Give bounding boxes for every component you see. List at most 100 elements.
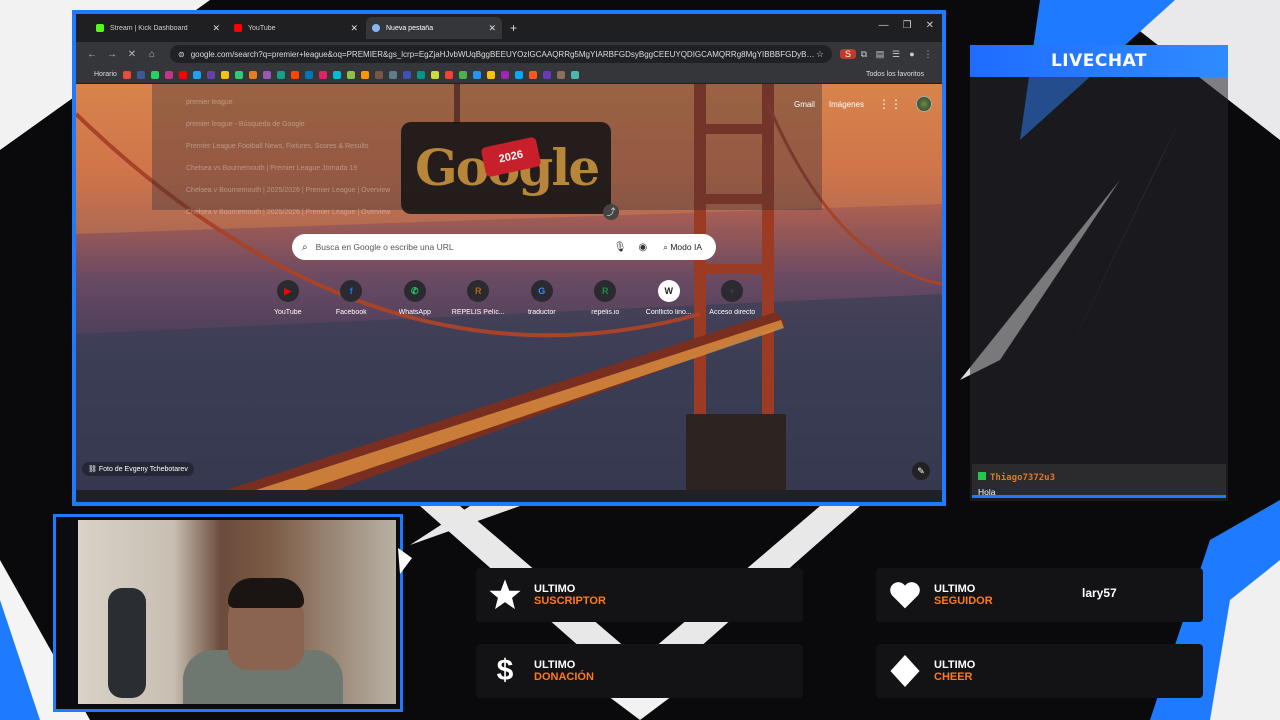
bookmark-icon[interactable] bbox=[248, 70, 257, 79]
bookmark-icon[interactable] bbox=[528, 70, 537, 79]
images-link[interactable]: Imágenes bbox=[829, 100, 864, 109]
tab-kick-dashboard[interactable]: Stream | Kick Dashboard ✕ bbox=[90, 17, 226, 39]
tab-label: Nueva pestaña bbox=[386, 24, 434, 32]
bookmark-icon[interactable] bbox=[276, 70, 285, 79]
bookmark-horario[interactable]: Horario bbox=[94, 71, 117, 78]
bookmark-icon[interactable] bbox=[500, 70, 509, 79]
close-icon[interactable]: ✕ bbox=[212, 23, 220, 34]
profile-icon[interactable]: ● bbox=[904, 49, 920, 59]
shortcut-item[interactable]: ✆ WhatsApp bbox=[383, 280, 447, 316]
tab-youtube[interactable]: YouTube ✕ bbox=[228, 17, 364, 39]
bookmark-icon[interactable] bbox=[458, 70, 467, 79]
google-doodle[interactable]: Google 2026 ⤴ bbox=[401, 122, 619, 220]
bookmark-icon[interactable] bbox=[360, 70, 369, 79]
suggestion-item[interactable]: premier league bbox=[152, 92, 822, 114]
extensions-icon[interactable]: ⧉ bbox=[856, 49, 872, 60]
bookmark-icon[interactable] bbox=[220, 70, 229, 79]
forward-icon[interactable]: → bbox=[102, 49, 122, 60]
shortcut-label: repelis.io bbox=[591, 309, 620, 316]
bookmark-icon[interactable] bbox=[136, 70, 145, 79]
microphone-icon[interactable]: 🎙 bbox=[614, 242, 627, 253]
bookmark-icon[interactable] bbox=[206, 70, 215, 79]
browser-toolbar: ← → ✕ ⌂ ⊜ google.com/search?q=premier+le… bbox=[76, 42, 942, 66]
photo-credit[interactable]: ⛓ Foto de Evgeny Tchebotarev bbox=[82, 462, 194, 476]
ai-mode-label: Modo IA bbox=[670, 241, 702, 252]
close-icon[interactable]: ✕ bbox=[350, 23, 358, 34]
bookmark-icon[interactable] bbox=[262, 70, 271, 79]
bookmark-icon[interactable] bbox=[234, 70, 243, 79]
shortcut-item[interactable]: Rrepelis.io bbox=[574, 280, 638, 316]
shortcut-item[interactable]: + Acceso directo bbox=[701, 280, 765, 316]
ai-mode-button[interactable]: ⌕ Modo IA bbox=[659, 240, 706, 255]
address-bar[interactable]: ⊜ google.com/search?q=premier+league&oq=… bbox=[170, 45, 832, 63]
bookmark-icon[interactable] bbox=[556, 70, 565, 79]
bookmark-icon[interactable] bbox=[290, 70, 299, 79]
apps-grid-icon[interactable]: ⋮⋮ bbox=[878, 97, 902, 111]
gmail-link[interactable]: Gmail bbox=[794, 100, 815, 109]
shortcut-label: traductor bbox=[527, 309, 556, 316]
bookmark-icon[interactable] bbox=[444, 70, 453, 79]
bookmark-icon[interactable] bbox=[374, 70, 383, 79]
alert-value: lary57 bbox=[1082, 586, 1117, 600]
tab-bar: Stream | Kick Dashboard ✕ YouTube ✕ Nuev… bbox=[76, 14, 942, 42]
bookmark-icon[interactable] bbox=[416, 70, 425, 79]
shortcut-item[interactable]: W Conflicto lino... bbox=[637, 280, 701, 316]
new-tab-page: premier league premier league - Búsqueda… bbox=[76, 84, 942, 490]
bookmark-icon[interactable] bbox=[122, 70, 131, 79]
account-avatar[interactable] bbox=[916, 96, 932, 112]
shortcut-icon: ✆ bbox=[403, 280, 426, 302]
minimize-icon[interactable]: — bbox=[879, 20, 889, 31]
bookmark-icon[interactable] bbox=[164, 70, 173, 79]
bookmark-icon[interactable] bbox=[178, 70, 187, 79]
bookmark-icon[interactable] bbox=[402, 70, 411, 79]
tab-new-tab[interactable]: Nueva pestaña ✕ bbox=[366, 17, 502, 39]
customize-icon[interactable]: ✎ bbox=[912, 462, 930, 480]
share-icon[interactable]: ⤴ bbox=[603, 204, 619, 220]
stop-icon[interactable]: ✕ bbox=[122, 49, 142, 60]
site-info-icon[interactable]: ⊜ bbox=[178, 50, 185, 59]
bookmark-icon[interactable] bbox=[192, 70, 201, 79]
streamer-hair bbox=[228, 578, 304, 608]
search-input[interactable]: Busca en Google o escribe una URL bbox=[316, 242, 602, 252]
bookmark-icon[interactable] bbox=[514, 70, 523, 79]
shortcut-icon: G bbox=[530, 280, 553, 302]
close-icon[interactable]: ✕ bbox=[488, 23, 496, 34]
bookmark-icon[interactable] bbox=[332, 70, 341, 79]
cast-icon[interactable]: ☰ bbox=[888, 49, 904, 60]
bookmark-icon[interactable] bbox=[304, 70, 313, 79]
lens-icon[interactable]: ◉ bbox=[638, 242, 647, 253]
chrome-icon bbox=[372, 24, 380, 32]
bookmark-icon[interactable] bbox=[346, 70, 355, 79]
alert-last-donation: $ ULTIMO DONACIÓN bbox=[476, 644, 803, 698]
bookmark-icon[interactable] bbox=[388, 70, 397, 79]
new-tab-button[interactable]: + bbox=[510, 21, 517, 35]
shortcut-icon: + bbox=[721, 280, 744, 302]
shortcut-item[interactable]: R REPELIS Pelíc... bbox=[447, 280, 511, 316]
home-icon[interactable]: ⌂ bbox=[142, 49, 162, 60]
shortcut-item[interactable]: Gtraductor bbox=[510, 280, 574, 316]
back-icon[interactable]: ← bbox=[82, 49, 102, 60]
bookmark-star-icon[interactable]: ☆ bbox=[816, 49, 824, 60]
bookmarks-bar: Horario Todos los favoritos bbox=[76, 66, 942, 84]
restore-icon[interactable]: ❐ bbox=[903, 20, 912, 31]
all-bookmarks[interactable]: Todos los favoritos bbox=[866, 71, 924, 78]
bookmark-icon[interactable] bbox=[150, 70, 159, 79]
window-controls: — ❐ ✕ bbox=[879, 20, 934, 31]
chat-panel bbox=[970, 77, 1228, 501]
sidebar-icon[interactable]: ▤ bbox=[872, 49, 888, 60]
bookmark-icon[interactable] bbox=[542, 70, 551, 79]
bookmark-icon[interactable] bbox=[570, 70, 579, 79]
top-links: Gmail Imágenes ⋮⋮ bbox=[794, 96, 932, 112]
bookmark-icon[interactable] bbox=[486, 70, 495, 79]
bookmark-icon[interactable] bbox=[318, 70, 327, 79]
livechat-title: LIVECHAT bbox=[1050, 51, 1148, 71]
shortcut-item[interactable]: f Facebook bbox=[320, 280, 384, 316]
extension-icon[interactable]: S bbox=[840, 49, 856, 59]
close-window-icon[interactable]: ✕ bbox=[926, 20, 934, 31]
shortcut-item[interactable]: ▶ YouTube bbox=[256, 280, 320, 316]
menu-icon[interactable]: ⋮ bbox=[920, 49, 936, 60]
search-box[interactable]: ⌕ Busca en Google o escribe una URL 🎙 ◉ … bbox=[292, 234, 716, 260]
livechat-header: LIVECHAT bbox=[970, 45, 1228, 77]
bookmark-icon[interactable] bbox=[472, 70, 481, 79]
bookmark-icon[interactable] bbox=[430, 70, 439, 79]
